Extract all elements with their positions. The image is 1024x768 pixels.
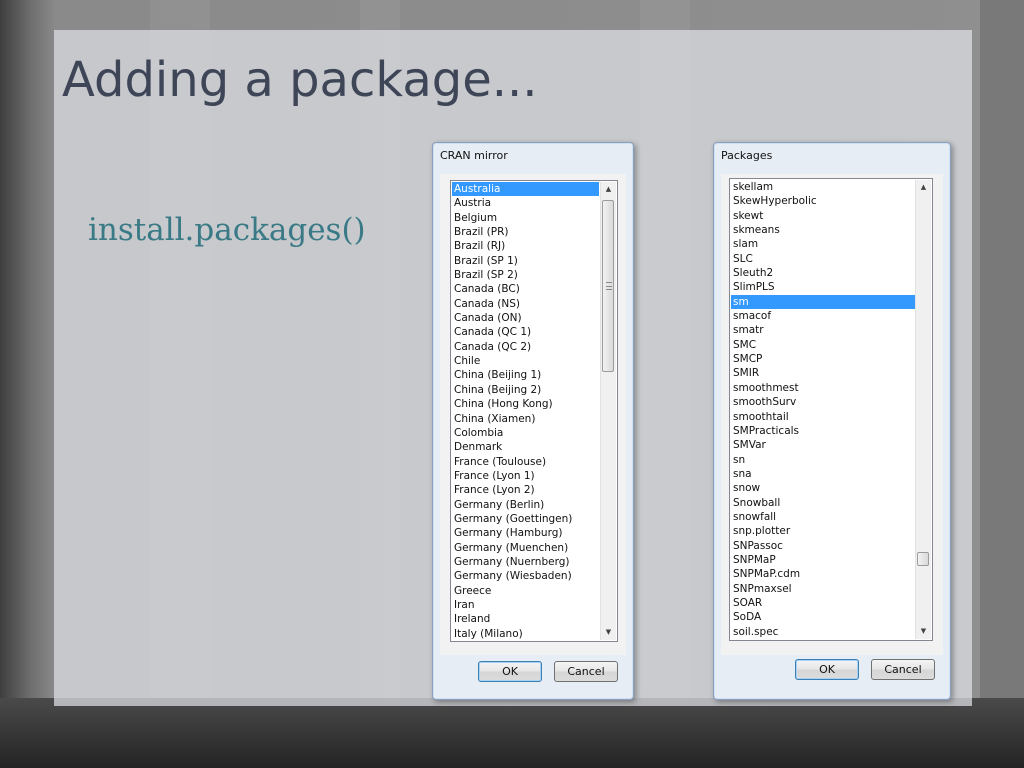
list-item[interactable]: smacof <box>731 309 915 323</box>
list-item[interactable]: Denmark <box>452 440 599 454</box>
cran-mirror-listbox[interactable]: Australia Austria Belgium Brazil (PR) Brazil… <box>450 180 618 642</box>
list-item[interactable]: SMVar <box>731 438 915 452</box>
cran-ok-button[interactable]: OK <box>478 661 542 682</box>
grip-icon <box>606 282 612 290</box>
list-item[interactable]: SoDA <box>731 610 915 624</box>
list-item[interactable]: Greece <box>452 584 599 598</box>
packages-list: skellam SkewHyperbolic skewt skmeans slam SLC… <box>731 180 915 639</box>
scroll-up-arrow-icon[interactable]: ▲ <box>601 182 616 197</box>
list-item[interactable]: skewt <box>731 209 915 223</box>
list-item[interactable]: SNPMaP <box>731 553 915 567</box>
packages-ok-button[interactable]: OK <box>795 659 859 680</box>
list-item[interactable]: Brazil (PR) <box>452 225 599 239</box>
list-item[interactable]: SNPmaxsel <box>731 582 915 596</box>
list-item[interactable]: China (Beijing 2) <box>452 383 599 397</box>
cran-mirror-scrollbar[interactable]: ▲ ▼ <box>600 182 616 640</box>
list-item[interactable]: China (Beijing 1) <box>452 368 599 382</box>
list-item[interactable]: smoothSurv <box>731 395 915 409</box>
cran-mirror-list: Australia Austria Belgium Brazil (PR) Brazil… <box>452 182 599 641</box>
list-item[interactable]: soil.spec <box>731 625 915 639</box>
list-item[interactable]: snow <box>731 481 915 495</box>
list-item[interactable]: Germany (Goettingen) <box>452 512 599 526</box>
list-item[interactable]: SMIR <box>731 366 915 380</box>
cran-mirror-dialog-title: CRAN mirror <box>440 149 508 162</box>
scroll-down-arrow-icon[interactable]: ▼ <box>916 624 931 639</box>
list-item[interactable]: Germany (Wiesbaden) <box>452 569 599 583</box>
list-item[interactable]: SOAR <box>731 596 915 610</box>
list-item[interactable]: France (Toulouse) <box>452 455 599 469</box>
list-item[interactable]: China (Hong Kong) <box>452 397 599 411</box>
list-item[interactable]: Germany (Hamburg) <box>452 526 599 540</box>
list-item[interactable]: skmeans <box>731 223 915 237</box>
cran-cancel-button[interactable]: Cancel <box>554 661 618 682</box>
scroll-thumb[interactable] <box>602 200 614 372</box>
packages-cancel-button[interactable]: Cancel <box>871 659 935 680</box>
list-item[interactable]: Germany (Berlin) <box>452 498 599 512</box>
slide-title: Adding a package... <box>62 52 538 108</box>
list-item[interactable]: smoothtail <box>731 410 915 424</box>
list-item[interactable]: skellam <box>731 180 915 194</box>
list-item[interactable]: Belgium <box>452 211 599 225</box>
list-item[interactable]: Brazil (SP 2) <box>452 268 599 282</box>
list-item[interactable]: Sleuth2 <box>731 266 915 280</box>
list-item[interactable]: China (Xiamen) <box>452 412 599 426</box>
list-item[interactable]: Germany (Muenchen) <box>452 541 599 555</box>
list-item[interactable]: sna <box>731 467 915 481</box>
list-item[interactable]: France (Lyon 2) <box>452 483 599 497</box>
list-item[interactable]: Canada (NS) <box>452 297 599 311</box>
list-item[interactable]: Snowball <box>731 496 915 510</box>
list-item[interactable]: Ireland <box>452 612 599 626</box>
list-item[interactable]: Chile <box>452 354 599 368</box>
list-item[interactable]: SMC <box>731 338 915 352</box>
packages-dialog: Packages skellam SkewHyperbolic skewt skmea… <box>713 142 951 700</box>
list-item[interactable]: Canada (BC) <box>452 282 599 296</box>
packages-dialog-title: Packages <box>721 149 773 162</box>
packages-listbox[interactable]: skellam SkewHyperbolic skewt skmeans slam SLC… <box>729 178 933 641</box>
scroll-up-arrow-icon[interactable]: ▲ <box>916 180 931 195</box>
list-item[interactable]: Germany (Nuernberg) <box>452 555 599 569</box>
list-item[interactable]: snowfall <box>731 510 915 524</box>
list-item[interactable]: sn <box>731 453 915 467</box>
cran-mirror-dialog: CRAN mirror Australia Austria Belgium Brazi… <box>432 142 634 700</box>
list-item[interactable]: SMCP <box>731 352 915 366</box>
list-item[interactable]: Brazil (SP 1) <box>452 254 599 268</box>
list-item[interactable]: SLC <box>731 252 915 266</box>
list-item[interactable]: Brazil (RJ) <box>452 239 599 253</box>
list-item[interactable]: slam <box>731 237 915 251</box>
list-item[interactable]: Canada (QC 1) <box>452 325 599 339</box>
list-item[interactable]: Canada (ON) <box>452 311 599 325</box>
scroll-down-arrow-icon[interactable]: ▼ <box>601 625 616 640</box>
scroll-thumb[interactable] <box>917 552 929 566</box>
list-item[interactable]: SMPracticals <box>731 424 915 438</box>
list-item[interactable]: Colombia <box>452 426 599 440</box>
list-item[interactable]: Austria <box>452 196 599 210</box>
list-item[interactable]: smoothmest <box>731 381 915 395</box>
list-item[interactable]: SNPassoc <box>731 539 915 553</box>
list-item[interactable]: smatr <box>731 323 915 337</box>
packages-scrollbar[interactable]: ▲ ▼ <box>915 180 931 639</box>
list-item[interactable]: SNPMaP.cdm <box>731 567 915 581</box>
list-item[interactable]: SkewHyperbolic <box>731 194 915 208</box>
list-item[interactable]: Italy (Milano) <box>452 627 599 641</box>
list-item[interactable]: Australia <box>452 182 599 197</box>
list-item[interactable]: Canada (QC 2) <box>452 340 599 354</box>
list-item[interactable]: SlimPLS <box>731 280 915 294</box>
list-item[interactable]: Iran <box>452 598 599 612</box>
list-item[interactable]: France (Lyon 1) <box>452 469 599 483</box>
list-item[interactable]: sm <box>731 294 915 310</box>
list-item[interactable]: snp.plotter <box>731 524 915 538</box>
bullet-text: install.packages() <box>88 212 366 248</box>
